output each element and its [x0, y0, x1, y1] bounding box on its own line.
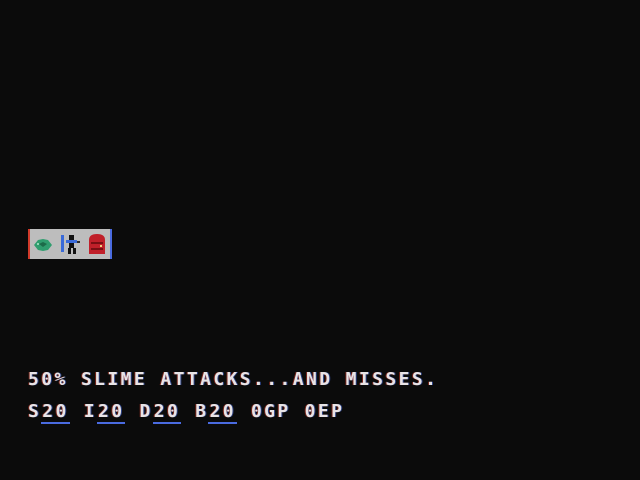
strength-label: S	[28, 401, 42, 422]
door-icon	[84, 232, 109, 256]
player-icon	[57, 232, 82, 256]
combat-message: 50% SLIME ATTACKS...AND MISSES.	[28, 369, 439, 390]
experience-count: 0EP	[304, 401, 345, 422]
strength-value: 20	[41, 401, 70, 424]
character-stats: S20 I20 D20 B20 0GP 0EP	[28, 401, 344, 424]
dexterity-value: 20	[152, 401, 182, 424]
body-value: 20	[208, 401, 237, 424]
slime-icon	[31, 232, 56, 256]
intelligence-value: 20	[96, 401, 126, 424]
body-label: B	[195, 401, 209, 422]
dexterity-label: D	[139, 401, 153, 422]
gold-count: 0GP	[250, 401, 291, 422]
intelligence-label: I	[83, 401, 97, 422]
map-tile-strip	[28, 229, 112, 259]
game-screen: 50% SLIME ATTACKS...AND MISSES. S20 I20 D2…	[0, 0, 640, 480]
